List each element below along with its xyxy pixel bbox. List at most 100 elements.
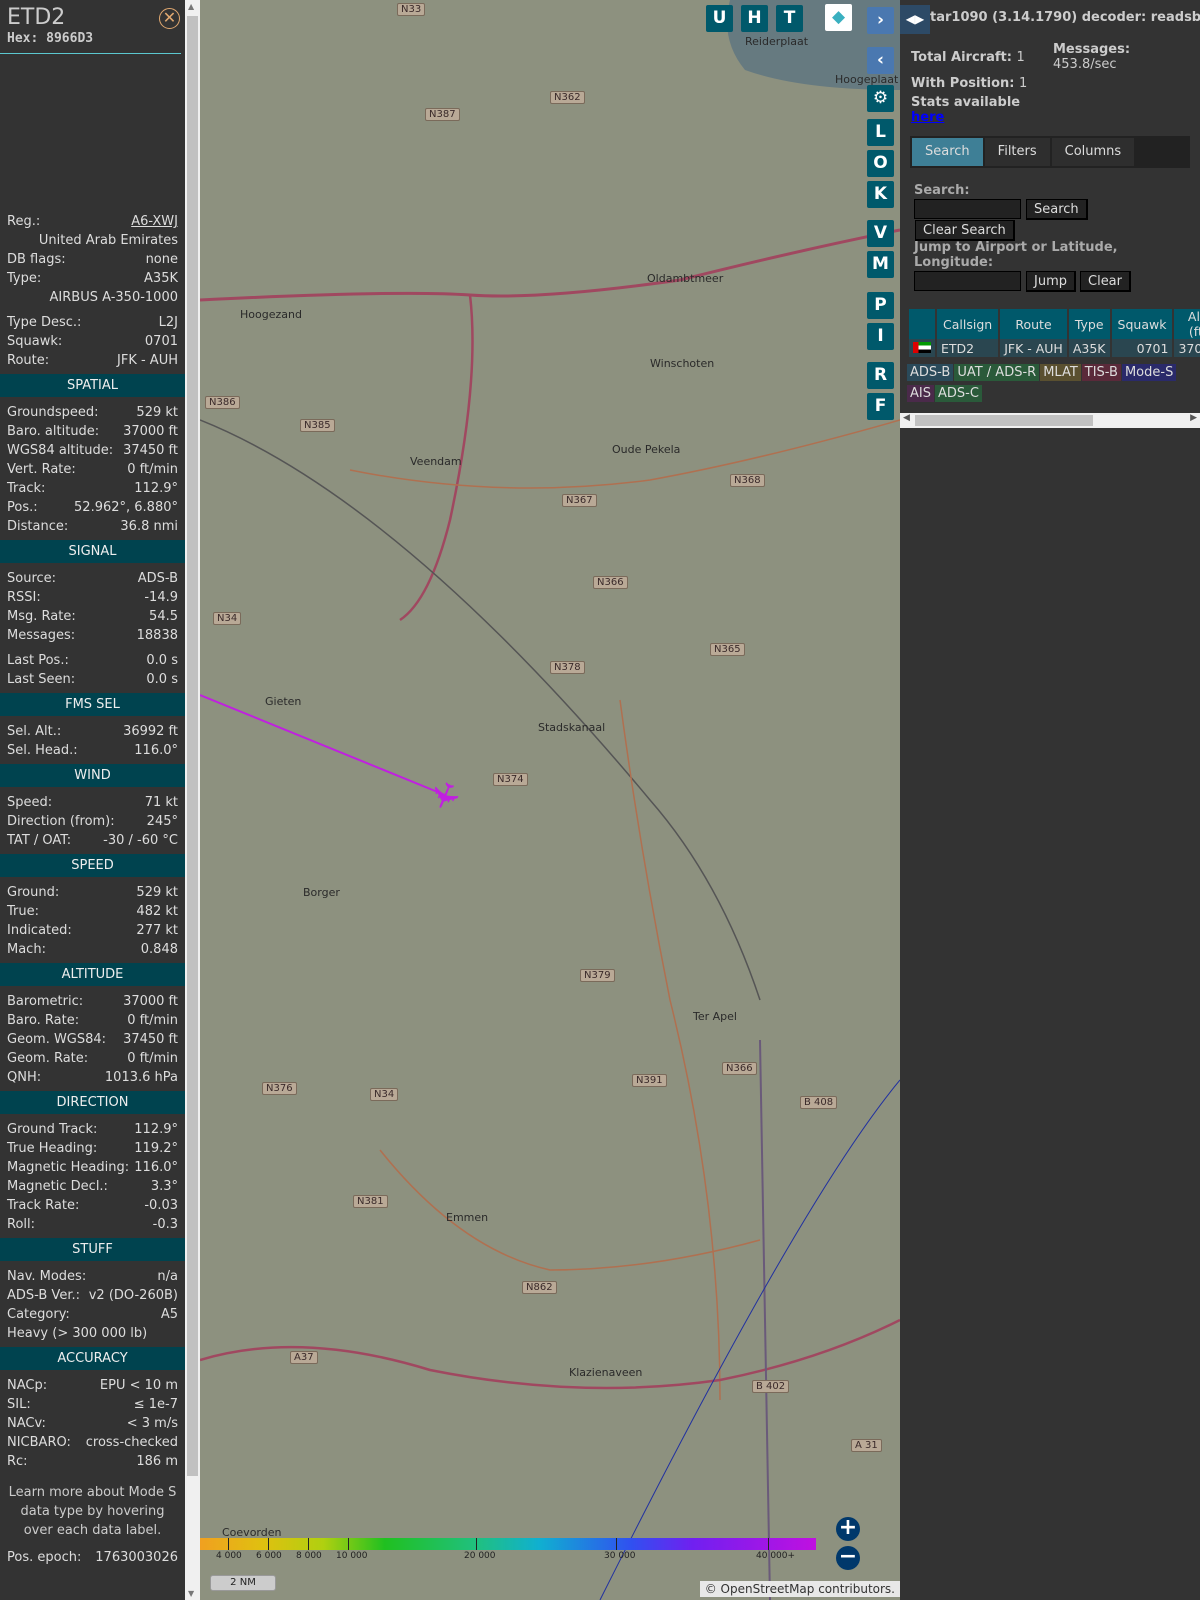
detail-value: cross-checked [85, 1435, 178, 1450]
detail-label: Geom. Rate: [7, 1051, 89, 1066]
altitude-tick: 40 000+ [756, 1551, 796, 1561]
map-button-u[interactable]: U [706, 5, 733, 32]
detail-value: L2J [158, 315, 178, 330]
row-callsign[interactable]: ETD2 [937, 339, 999, 357]
detail-row: DB flags: none [0, 250, 185, 269]
place-label: Winschoten [650, 357, 715, 370]
detail-value[interactable]: A6-XWJ [131, 212, 178, 231]
col-route[interactable]: Route [1000, 309, 1067, 339]
detail-row: True: 482 kt [0, 902, 185, 921]
source-badge-uat-ads-r[interactable]: UAT / ADS-R [954, 364, 1040, 381]
expand-right-button[interactable]: › [867, 7, 894, 34]
source-badge-mode-s[interactable]: Mode-S [1121, 364, 1177, 381]
clear-search-button[interactable]: Clear Search [915, 220, 1015, 241]
jump-button[interactable]: Jump [1026, 271, 1076, 292]
zoom-out-button[interactable]: − [836, 1546, 860, 1570]
detail-label: Ground: [7, 885, 60, 900]
map-button-k[interactable]: K [867, 181, 894, 208]
col-callsign[interactable]: Callsign [937, 309, 999, 339]
detail-row: Track: 112.9° [0, 479, 185, 498]
flag-icon [909, 339, 935, 357]
detail-row: TAT / OAT: -30 / -60 °C [0, 831, 185, 850]
detail-value: ADS-B [137, 571, 178, 586]
map-button-o[interactable]: O [867, 150, 894, 177]
tab-columns[interactable]: Columns [1051, 138, 1135, 166]
col-type[interactable]: Type [1068, 309, 1110, 339]
clear-button[interactable]: Clear [1080, 271, 1131, 292]
detail-scrollbar[interactable]: ▲ ▼ [185, 0, 200, 1600]
source-badge-tis-b[interactable]: TIS-B [1081, 364, 1121, 381]
tab-filters[interactable]: Filters [984, 138, 1050, 166]
epoch-value: 1763003026 [95, 1550, 178, 1565]
table-row[interactable]: ETD2 JFK - AUH A35K 0701 37000 [909, 339, 1200, 357]
place-label: Borger [303, 886, 340, 899]
altitude-tick-mark [308, 1538, 309, 1550]
detail-label: Type: [7, 271, 42, 286]
map-button-v[interactable]: V [867, 220, 894, 247]
callsign-link[interactable]: ETD2 [941, 341, 974, 356]
settings-gear-icon[interactable]: ⚙ [867, 85, 894, 112]
source-badge-ads-b[interactable]: ADS-B [907, 364, 954, 381]
jump-input[interactable] [914, 271, 1021, 291]
detail-label: Type Desc.: [7, 315, 82, 330]
zoom-in-button[interactable]: + [836, 1517, 860, 1541]
map-button-p[interactable]: P [867, 292, 894, 319]
source-badge-ads-c[interactable]: ADS-C [934, 385, 982, 402]
map-button-l[interactable]: L [867, 119, 894, 146]
map-button-i[interactable]: I [867, 323, 894, 350]
tab-search[interactable]: Search [912, 138, 983, 166]
detail-row: Type: A35K [0, 269, 185, 288]
detail-row: Distance: 36.8 nmi [0, 517, 185, 536]
tab-bar: Search Filters Columns [910, 136, 1190, 168]
detail-label: Category: [7, 1307, 70, 1322]
app-link[interactable]: tar1090 [930, 10, 988, 25]
map-button-m[interactable]: M [867, 251, 894, 278]
detail-row: NACp: EPU < 10 m [0, 1376, 185, 1395]
place-label: Oldambtmeer [647, 272, 724, 285]
col-squawk[interactable]: Squawk [1111, 309, 1173, 339]
col-flag[interactable] [909, 309, 935, 339]
search-button[interactable]: Search [1026, 199, 1088, 220]
map-button-t[interactable]: T [776, 5, 803, 32]
place-label: Gieten [265, 695, 302, 708]
collapse-right-button[interactable]: ‹ [867, 47, 894, 74]
version: (3.14.1790) decoder: [992, 10, 1147, 25]
map-attribution[interactable]: © OpenStreetMap contributors. [699, 1581, 900, 1597]
map-button-f[interactable]: F [867, 393, 894, 420]
detail-value: none [145, 252, 178, 267]
map-button-h[interactable]: H [741, 5, 768, 32]
detail-label: Source: [7, 571, 57, 586]
panel-toggle-button[interactable]: ◀▶ [900, 5, 930, 34]
detail-value: 0 ft/min [127, 462, 178, 477]
detail-row: Sel. Alt.: 36992 ft [0, 722, 185, 741]
hex-label: Hex: [7, 31, 39, 46]
table-horizontal-scrollbar[interactable]: ◀ ▶ [900, 413, 1200, 428]
decoder-link[interactable]: readsb [1151, 10, 1200, 25]
layers-button[interactable]: ◆ [825, 4, 852, 31]
source-badge-ais[interactable]: AIS [907, 385, 934, 402]
aircraft-callsign: ETD2 [7, 5, 66, 30]
section-header-stuff: STUFF [0, 1238, 185, 1261]
altitude-tick-mark [768, 1538, 769, 1550]
map-button-r[interactable]: R [867, 362, 894, 389]
detail-row: Last Pos.: 0.0 s [0, 651, 185, 670]
scale-bar: 2 NM [210, 1575, 276, 1591]
search-input[interactable] [914, 199, 1021, 219]
source-badge-mlat[interactable]: MLAT [1040, 364, 1081, 381]
detail-value: < 3 m/s [126, 1416, 178, 1431]
detail-value: A35K [144, 271, 178, 286]
road-shield: N374 [493, 773, 528, 786]
map[interactable]: Hoogezand Winschoten Veendam Oude Pekela Gie… [200, 0, 900, 1600]
detail-row: Rc: 186 m [0, 1452, 185, 1471]
detail-row: Track Rate: -0.03 [0, 1196, 185, 1215]
stats-link[interactable]: here [911, 110, 944, 125]
detail-row: Messages: 18838 [0, 626, 185, 645]
pos-epoch-row: Pos. epoch: 1763003026 [0, 1548, 185, 1567]
road-shield: N386 [205, 396, 240, 409]
close-icon[interactable]: ✕ [159, 8, 180, 29]
detail-row: Barometric: 37000 ft [0, 992, 185, 1011]
detail-row: United Arab Emirates [0, 231, 185, 250]
road-shield: B 408 [800, 1096, 838, 1109]
detail-value: 37450 ft [123, 443, 178, 458]
col-alt[interactable]: Alt. (ft) [1174, 309, 1200, 339]
